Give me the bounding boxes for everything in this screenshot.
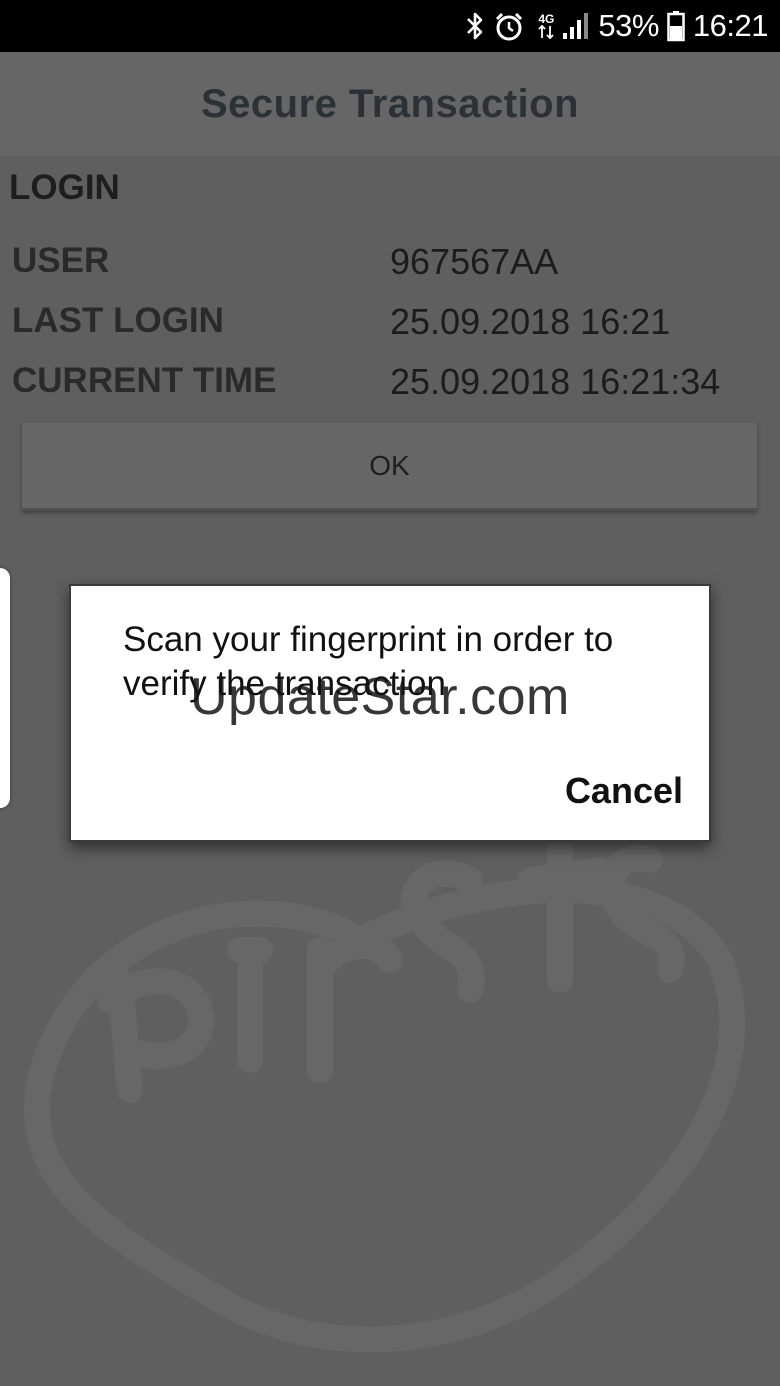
current-time-value: 25.09.2018 16:21:34 bbox=[390, 361, 721, 402]
battery-icon bbox=[667, 10, 685, 42]
background-logo bbox=[23, 837, 746, 1353]
ok-button[interactable]: OK bbox=[22, 423, 757, 511]
current-time-label: CURRENT TIME bbox=[12, 361, 277, 400]
info-row-last-login: LAST LOGIN 25.09.2018 16:21 bbox=[12, 301, 772, 351]
page-title: Secure Transaction bbox=[200, 81, 580, 126]
login-section-title: LOGIN bbox=[9, 168, 120, 207]
last-login-label: LAST LOGIN bbox=[12, 301, 224, 340]
last-login-value: 25.09.2018 16:21 bbox=[390, 301, 671, 342]
info-row-current-time: CURRENT TIME 25.09.2018 16:21:34 bbox=[12, 361, 772, 411]
watermark-text: UpdateStar.com bbox=[190, 668, 570, 726]
user-value: 967567AA bbox=[390, 241, 559, 282]
alarm-icon bbox=[494, 10, 524, 42]
user-label: USER bbox=[12, 241, 110, 280]
cancel-button[interactable]: Cancel bbox=[565, 770, 683, 812]
network-label: 4G bbox=[538, 12, 555, 26]
info-row-user: USER 967567AA bbox=[12, 241, 772, 291]
app-header: Secure Transaction bbox=[0, 52, 780, 156]
side-card-edge[interactable] bbox=[0, 568, 10, 808]
app-screen: 4G 53% 16:21 Secure Transaction LOGIN US… bbox=[0, 0, 780, 1386]
bluetooth-icon bbox=[464, 10, 486, 42]
status-time: 16:21 bbox=[692, 8, 769, 43]
network-4g-icon: 4G bbox=[538, 13, 554, 39]
status-bar: 4G 53% 16:21 bbox=[0, 0, 780, 52]
battery-percent: 53% bbox=[598, 8, 659, 43]
signal-icon bbox=[562, 11, 590, 41]
